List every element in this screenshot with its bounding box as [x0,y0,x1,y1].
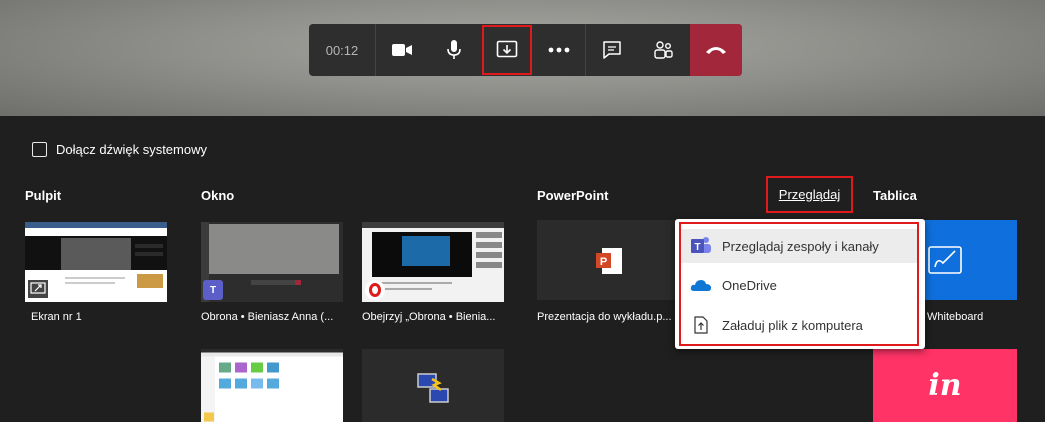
system-audio-toggle[interactable]: Dołącz dźwięk systemowy [32,142,207,157]
chat-button[interactable] [585,24,637,76]
powerpoint-thumbnail[interactable]: P [537,220,682,300]
menu-item-onedrive[interactable]: OneDrive [681,268,919,302]
window-thumbnail-teams[interactable]: T [201,222,343,302]
explorer-window-preview [201,352,343,422]
menu-item-label: Załaduj plik z komputera [722,317,863,333]
section-title-powerpoint: PowerPoint [537,188,609,203]
teams-icon: T [690,235,712,257]
menu-item-upload-file[interactable]: Załaduj plik z komputera [681,308,919,342]
hang-up-icon [706,47,726,54]
browse-button[interactable]: Przeglądaj [766,176,853,213]
powerpoint-file-icon: P [596,248,622,274]
onedrive-icon [690,274,712,296]
menu-item-browse-teams[interactable]: T Przeglądaj zespoły i kanały [681,229,919,263]
share-tray-button[interactable] [481,24,533,76]
chat-icon [602,41,621,59]
window-thumbnail-explorer[interactable] [201,349,343,422]
teams-app-icon: T [203,280,223,300]
svg-text:T: T [694,242,700,253]
call-timer: 00:12 [309,24,376,76]
network-connection-icon [417,373,449,403]
window-thumbnail-network[interactable] [362,349,504,422]
browse-dropdown-menu: T Przeglądaj zespoły i kanały OneDrive Z… [675,219,925,349]
share-tray-icon [496,40,518,58]
call-control-bar: 00:12 [309,24,742,76]
menu-item-label: Przeglądaj zespoły i kanały [722,238,879,254]
window-thumbnail-browser[interactable] [362,222,504,302]
screen-share-icon [28,280,48,298]
hang-up-button[interactable] [690,24,742,76]
invision-tile[interactable]: in [873,349,1017,422]
desktop-caption: Ekran nr 1 [31,311,82,323]
menu-item-label: OneDrive [722,277,777,293]
powerpoint-caption: Prezentacja do wykładu.p... [537,311,672,323]
whiteboard-icon [928,246,962,274]
more-options-button[interactable] [533,24,585,76]
section-title-window: Okno [201,188,235,203]
window-caption-teams: Obrona • Bieniasz Anna (... [201,311,334,323]
system-audio-checkbox[interactable] [32,142,47,157]
section-title-desktop: Pulpit [25,188,62,203]
more-options-icon [548,47,570,53]
svg-text:P: P [600,256,607,268]
window-caption-browser: Obejrzyj „Obrona • Bienia... [362,311,496,323]
microphone-button[interactable] [428,24,480,76]
participants-button[interactable] [637,24,689,76]
participants-icon [654,41,673,59]
section-title-whiteboard: Tablica [873,188,917,203]
whiteboard-tile[interactable] [915,220,1017,300]
upload-file-icon [690,314,712,336]
whiteboard-caption: Whiteboard [927,311,984,323]
camera-button[interactable] [376,24,428,76]
microphone-icon [447,40,461,59]
invision-logo: in [928,368,962,403]
desktop-thumbnail[interactable] [25,222,167,302]
opera-browser-icon [365,280,385,300]
system-audio-label: Dołącz dźwięk systemowy [56,142,207,157]
camera-icon [392,44,412,56]
